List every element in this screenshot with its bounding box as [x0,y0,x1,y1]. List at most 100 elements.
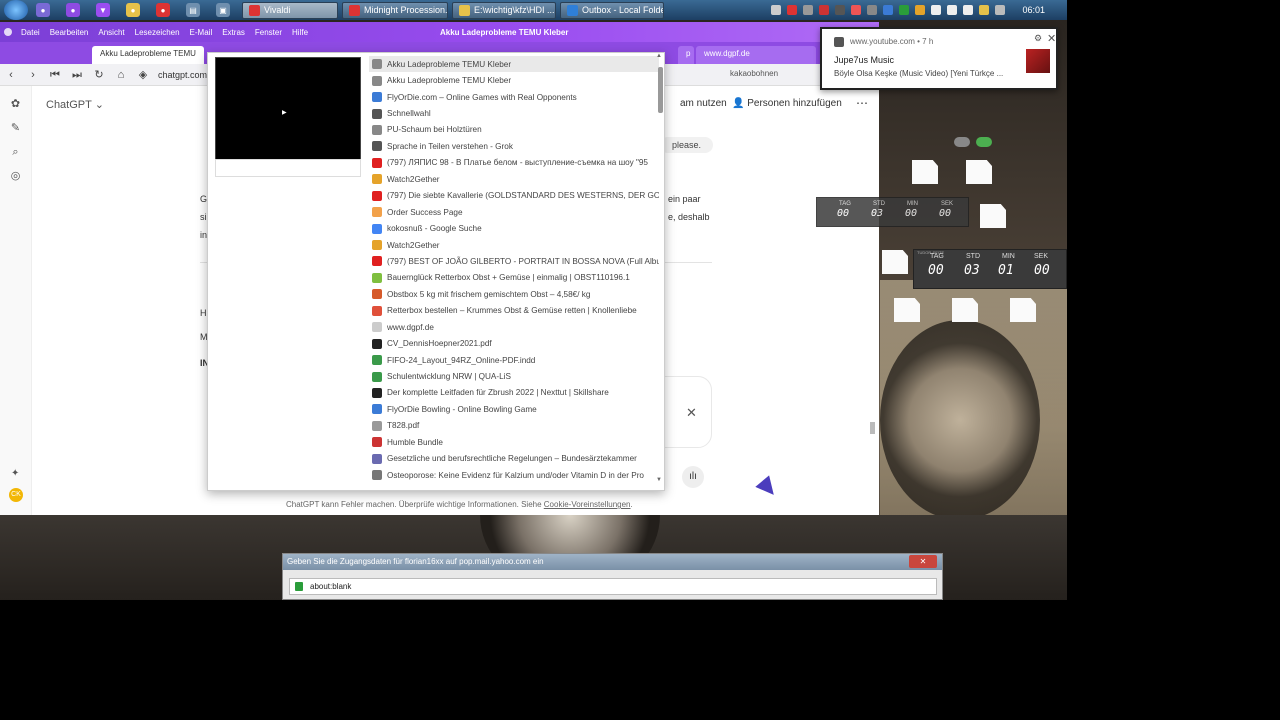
back-icon[interactable]: ‹ [4,68,18,82]
history-item[interactable]: Akku Ladeprobleme TEMU Kleber [369,56,659,73]
history-item[interactable]: kokosnuß - Google Suche [369,220,659,236]
rewind-icon[interactable]: ⏮ [48,68,62,82]
cookie-settings-link[interactable]: Cookie-Voreinstellungen [544,500,631,509]
add-people-button[interactable]: 👤 Personen hinzufügen [732,98,842,109]
history-item[interactable]: Watch2Gether [369,237,659,253]
scrollbar-thumb[interactable] [870,422,875,434]
tray-icon[interactable] [963,5,974,15]
fast-forward-icon[interactable]: ⏭ [70,68,84,82]
tray-icon[interactable] [995,5,1006,15]
clock[interactable]: 06:01 [1022,5,1045,15]
dialog-url-field[interactable]: about:blank [289,578,937,595]
tab-icons[interactable] [0,46,90,64]
start-button[interactable] [4,0,28,20]
history-item[interactable]: Watch2Gether [369,171,659,187]
gadget-toggle[interactable] [976,137,992,147]
history-item[interactable]: Der komplette Leitfaden für Zbrush 2022 … [369,385,659,401]
vivaldi-menu-icon[interactable] [4,28,12,36]
new-chat-icon[interactable]: ✎ [10,122,22,134]
desktop-note-icon[interactable] [912,160,938,184]
forward-icon[interactable]: › [26,68,40,82]
close-icon[interactable]: ✕ [686,405,697,421]
scroll-down-icon[interactable]: ▼ [656,477,662,483]
search-field[interactable]: kakaobohnen [730,69,778,78]
menu-lesezeichen[interactable]: Lesezeichen [135,28,180,37]
youtube-notification[interactable]: www.youtube.com • 7 h ⚙ ✕ Jupe7us Music … [820,27,1058,90]
tab-partial-p[interactable]: p [678,46,694,64]
menu-ansicht[interactable]: Ansicht [98,28,124,37]
history-item[interactable]: Osteoporose: Keine Evidenz für Kalzium u… [369,467,659,483]
history-item[interactable]: (797) Die siebte Kavallerie (GOLDSTANDAR… [369,188,659,204]
history-item[interactable]: Retterbox bestellen – Krummes Obst & Gem… [369,303,659,319]
tray-icon[interactable] [883,5,894,15]
history-item[interactable]: Schnellwahl [369,105,659,121]
mute-icon[interactable] [787,5,798,15]
tray-icon[interactable] [947,5,958,15]
history-item[interactable]: T828.pdf [369,418,659,434]
app-icon[interactable]: ▤ [186,3,200,17]
taskbar-button-midnight[interactable]: Midnight Procession... [342,1,448,19]
tray-icon[interactable] [931,5,942,15]
shield-icon[interactable]: ◈ [136,68,150,82]
tray-icon[interactable] [835,5,846,15]
desktop-note-icon[interactable] [980,204,1006,228]
menu-datei[interactable]: Datei [21,28,40,37]
tray-icon[interactable] [979,5,990,15]
desktop-note-icon[interactable] [966,160,992,184]
reload-icon[interactable]: ↻ [92,68,106,82]
history-item[interactable]: Humble Bundle [369,434,659,450]
more-options-icon[interactable]: ⋯ [856,96,868,110]
app-icon[interactable]: ● [126,3,140,17]
tray-icon[interactable] [899,5,910,15]
app-icon[interactable]: ● [66,3,80,17]
countdown-gadget-small[interactable]: TAG STD MIN SEK 00 03 00 00 [816,197,969,227]
history-item[interactable]: Order Success Page [369,204,659,220]
url-field[interactable]: chatgpt.com/c [158,70,214,80]
tray-icon[interactable] [915,5,926,15]
history-item[interactable]: Gesetzliche und berufsrechtliche Regelun… [369,451,659,467]
tray-icon[interactable] [819,5,830,15]
menu-fenster[interactable]: Fenster [255,28,282,37]
countdown-gadget-large[interactable]: TUDOR-SEITE TAG STD MIN SEK 00 03 01 00 [913,249,1067,289]
openai-logo-icon[interactable]: ✿ [10,98,22,110]
desktop-note-icon[interactable] [952,298,978,322]
app-icon[interactable]: ● [36,3,50,17]
tray-icon[interactable] [867,5,878,15]
menu-bearbeiten[interactable]: Bearbeiten [50,28,89,37]
tab-preview-thumbnail[interactable] [215,57,361,175]
app-icon[interactable]: ● [156,3,170,17]
history-item[interactable]: Sprache in Teilen verstehen - Grok [369,138,659,154]
library-icon[interactable]: ◎ [10,170,22,182]
desktop-note-icon[interactable] [1010,298,1036,322]
desktop-note-icon[interactable] [894,298,920,322]
history-item[interactable]: Obstbox 5 kg mit frischem gemischtem Obs… [369,286,659,302]
tab-akku[interactable]: Akku Ladeprobleme TEMU [92,46,204,64]
gadget-toggle[interactable] [954,137,970,147]
menu-hilfe[interactable]: Hilfe [292,28,308,37]
history-item[interactable]: Schulentwicklung NRW | QUA-LiS [369,368,659,384]
app-icon[interactable]: ▣ [216,3,230,17]
history-item[interactable]: Akku Ladeprobleme TEMU Kleber [369,72,659,88]
history-scrollbar-thumb[interactable] [658,67,663,113]
close-icon[interactable]: ✕ [1047,32,1056,45]
history-item[interactable]: PU-Schaum bei Holztüren [369,122,659,138]
home-icon[interactable]: ⌂ [114,68,128,82]
desktop-note-icon[interactable] [882,250,908,274]
model-selector[interactable]: ChatGPT ⌄ [46,98,104,111]
history-item[interactable]: (797) ЛЯПИС 98 - В Платье белом - выступ… [369,155,659,171]
avatar[interactable]: CK [9,488,23,502]
gear-icon[interactable]: ⚙ [1034,33,1042,44]
app-icon[interactable]: ▼ [96,3,110,17]
scrollbar[interactable] [868,124,876,454]
sparkle-icon[interactable]: ✦ [11,468,19,479]
history-item[interactable]: FlyOrDie.com – Online Games with Real Op… [369,89,659,105]
taskbar-button-vivaldi[interactable]: Vivaldi [242,1,338,19]
tab-dgpf[interactable]: www.dgpf.de [696,46,816,64]
header-partial-text[interactable]: am nutzen [680,98,727,109]
history-item[interactable]: FlyOrDie Bowling - Online Bowling Game [369,401,659,417]
menu-extras[interactable]: Extras [222,28,245,37]
taskbar-button-explorer[interactable]: E:\wichtig\kfz\HDI ... [452,1,556,19]
history-item[interactable]: www.dgpf.de [369,319,659,335]
history-item[interactable]: CV_DennisHoepner2021.pdf [369,335,659,351]
taskbar-button-outbox[interactable]: Outbox - Local Folde... [560,1,664,19]
